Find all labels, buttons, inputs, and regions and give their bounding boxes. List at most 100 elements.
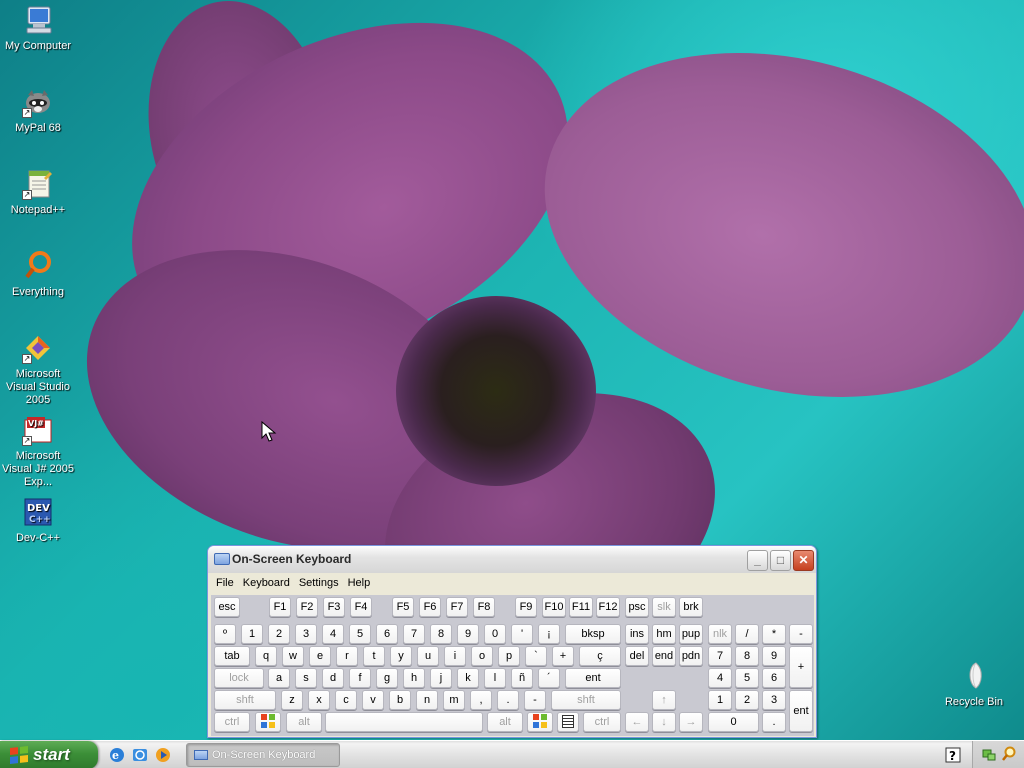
key-page-up[interactable]: pup — [679, 624, 703, 644]
key-home[interactable]: hm — [652, 624, 676, 644]
key-f12[interactable]: F12 — [596, 597, 620, 617]
key-o[interactable]: o — [471, 646, 493, 666]
key-f1[interactable]: F1 — [269, 597, 291, 617]
key-esc[interactable]: esc — [214, 597, 240, 617]
key-right-windows[interactable] — [527, 712, 553, 732]
key-f8[interactable]: F8 — [473, 597, 495, 617]
key-p[interactable]: p — [498, 646, 520, 666]
key-acute[interactable]: ´ — [538, 668, 560, 688]
key-break[interactable]: brk — [679, 597, 703, 617]
key-page-down[interactable]: pdn — [679, 646, 703, 666]
key-m[interactable]: m — [443, 690, 465, 710]
desktop-icon-devcpp[interactable]: DEV C++ Dev-C++ — [0, 496, 76, 545]
key-left-shift[interactable]: shft — [214, 690, 276, 710]
menu-help[interactable]: Help — [344, 577, 375, 589]
key-f6[interactable]: F6 — [419, 597, 441, 617]
key-print-screen[interactable]: psc — [625, 597, 649, 617]
key-numpad-decimal[interactable]: . — [762, 712, 786, 732]
key-insert[interactable]: ins — [625, 624, 649, 644]
key-left-alt[interactable]: alt — [286, 712, 322, 732]
key-numpad-9[interactable]: 9 — [762, 646, 786, 666]
key-h[interactable]: h — [403, 668, 425, 688]
key-period[interactable]: . — [497, 690, 519, 710]
key-z[interactable]: z — [281, 690, 303, 710]
key-inverted-exclamation[interactable]: ¡ — [538, 624, 560, 644]
key-k[interactable]: k — [457, 668, 479, 688]
menu-file[interactable]: File — [212, 577, 238, 589]
key-right-ctrl[interactable]: ctrl — [583, 712, 621, 732]
desktop-icon-my-computer[interactable]: My Computer — [0, 4, 76, 53]
key-u[interactable]: u — [417, 646, 439, 666]
outlook-express-icon[interactable] — [131, 746, 149, 764]
start-button[interactable]: start — [0, 741, 98, 768]
key-left-windows[interactable] — [255, 712, 281, 732]
key-numpad-3[interactable]: 3 — [762, 690, 786, 710]
key-f10[interactable]: F10 — [542, 597, 566, 617]
key-arrow-left[interactable]: ← — [625, 712, 649, 732]
key-arrow-right[interactable]: → — [679, 712, 703, 732]
key-x[interactable]: x — [308, 690, 330, 710]
title-bar[interactable]: On-Screen Keyboard _ □ ✕ — [208, 546, 816, 573]
key-g[interactable]: g — [376, 668, 398, 688]
desktop-icon-notepadpp[interactable]: ↗ Notepad++ — [0, 168, 76, 217]
key-s[interactable]: s — [295, 668, 317, 688]
key-alt-gr[interactable]: alt — [487, 712, 523, 732]
key-numpad-2[interactable]: 2 — [735, 690, 759, 710]
key-1[interactable]: 1 — [241, 624, 263, 644]
key-numpad-6[interactable]: 6 — [762, 668, 786, 688]
key-numpad-1[interactable]: 1 — [708, 690, 732, 710]
key-caps-lock[interactable]: lock — [214, 668, 264, 688]
key-f[interactable]: f — [349, 668, 371, 688]
key-q[interactable]: q — [255, 646, 277, 666]
key-t[interactable]: t — [363, 646, 385, 666]
key-comma[interactable]: , — [470, 690, 492, 710]
key-2[interactable]: 2 — [268, 624, 290, 644]
key-numpad-7[interactable]: 7 — [708, 646, 732, 666]
key-f5[interactable]: F5 — [392, 597, 414, 617]
key-w[interactable]: w — [282, 646, 304, 666]
key-delete[interactable]: del — [625, 646, 649, 666]
key-backspace[interactable]: bksp — [565, 624, 621, 644]
key-4[interactable]: 4 — [322, 624, 344, 644]
key-c-cedilla[interactable]: ç — [579, 646, 621, 666]
key-ordinal[interactable]: º — [214, 624, 236, 644]
desktop-icon-mypal[interactable]: ↗ MyPal 68 — [0, 86, 76, 135]
taskbar-button-on-screen-keyboard[interactable]: On-Screen Keyboard — [186, 743, 340, 767]
key-numpad-add[interactable]: + — [789, 646, 813, 688]
key-arrow-up[interactable]: ↑ — [652, 690, 676, 710]
menu-keyboard[interactable]: Keyboard — [239, 577, 294, 589]
key-f3[interactable]: F3 — [323, 597, 345, 617]
key-enter[interactable]: ent — [565, 668, 621, 688]
key-arrow-down[interactable]: ↓ — [652, 712, 676, 732]
key-f9[interactable]: F9 — [515, 597, 537, 617]
key-0[interactable]: 0 — [484, 624, 506, 644]
key-n[interactable]: n — [416, 690, 438, 710]
close-button[interactable]: ✕ — [793, 550, 814, 571]
key-9[interactable]: 9 — [457, 624, 479, 644]
key-numpad-enter[interactable]: ent — [789, 690, 813, 732]
key-scroll-lock[interactable]: slk — [652, 597, 676, 617]
key-5[interactable]: 5 — [349, 624, 371, 644]
key-numpad-0[interactable]: 0 — [708, 712, 759, 732]
key-3[interactable]: 3 — [295, 624, 317, 644]
key-b[interactable]: b — [389, 690, 411, 710]
magnifier-icon[interactable] — [1001, 746, 1017, 762]
key-apostrophe[interactable]: ' — [511, 624, 533, 644]
media-player-icon[interactable] — [154, 746, 172, 764]
key-a[interactable]: a — [268, 668, 290, 688]
key-application[interactable] — [557, 712, 579, 732]
key-f11[interactable]: F11 — [569, 597, 593, 617]
key-c[interactable]: c — [335, 690, 357, 710]
key-e[interactable]: e — [309, 646, 331, 666]
key-d[interactable]: d — [322, 668, 344, 688]
key-j[interactable]: j — [430, 668, 452, 688]
key-8[interactable]: 8 — [430, 624, 452, 644]
key-6[interactable]: 6 — [376, 624, 398, 644]
key-grave[interactable]: ` — [525, 646, 547, 666]
key-num-lock[interactable]: nlk — [708, 624, 732, 644]
key-numpad-multiply[interactable]: * — [762, 624, 786, 644]
key-space[interactable] — [325, 712, 483, 732]
key-numpad-5[interactable]: 5 — [735, 668, 759, 688]
desktop-icon-everything[interactable]: Everything — [0, 250, 76, 299]
key-7[interactable]: 7 — [403, 624, 425, 644]
